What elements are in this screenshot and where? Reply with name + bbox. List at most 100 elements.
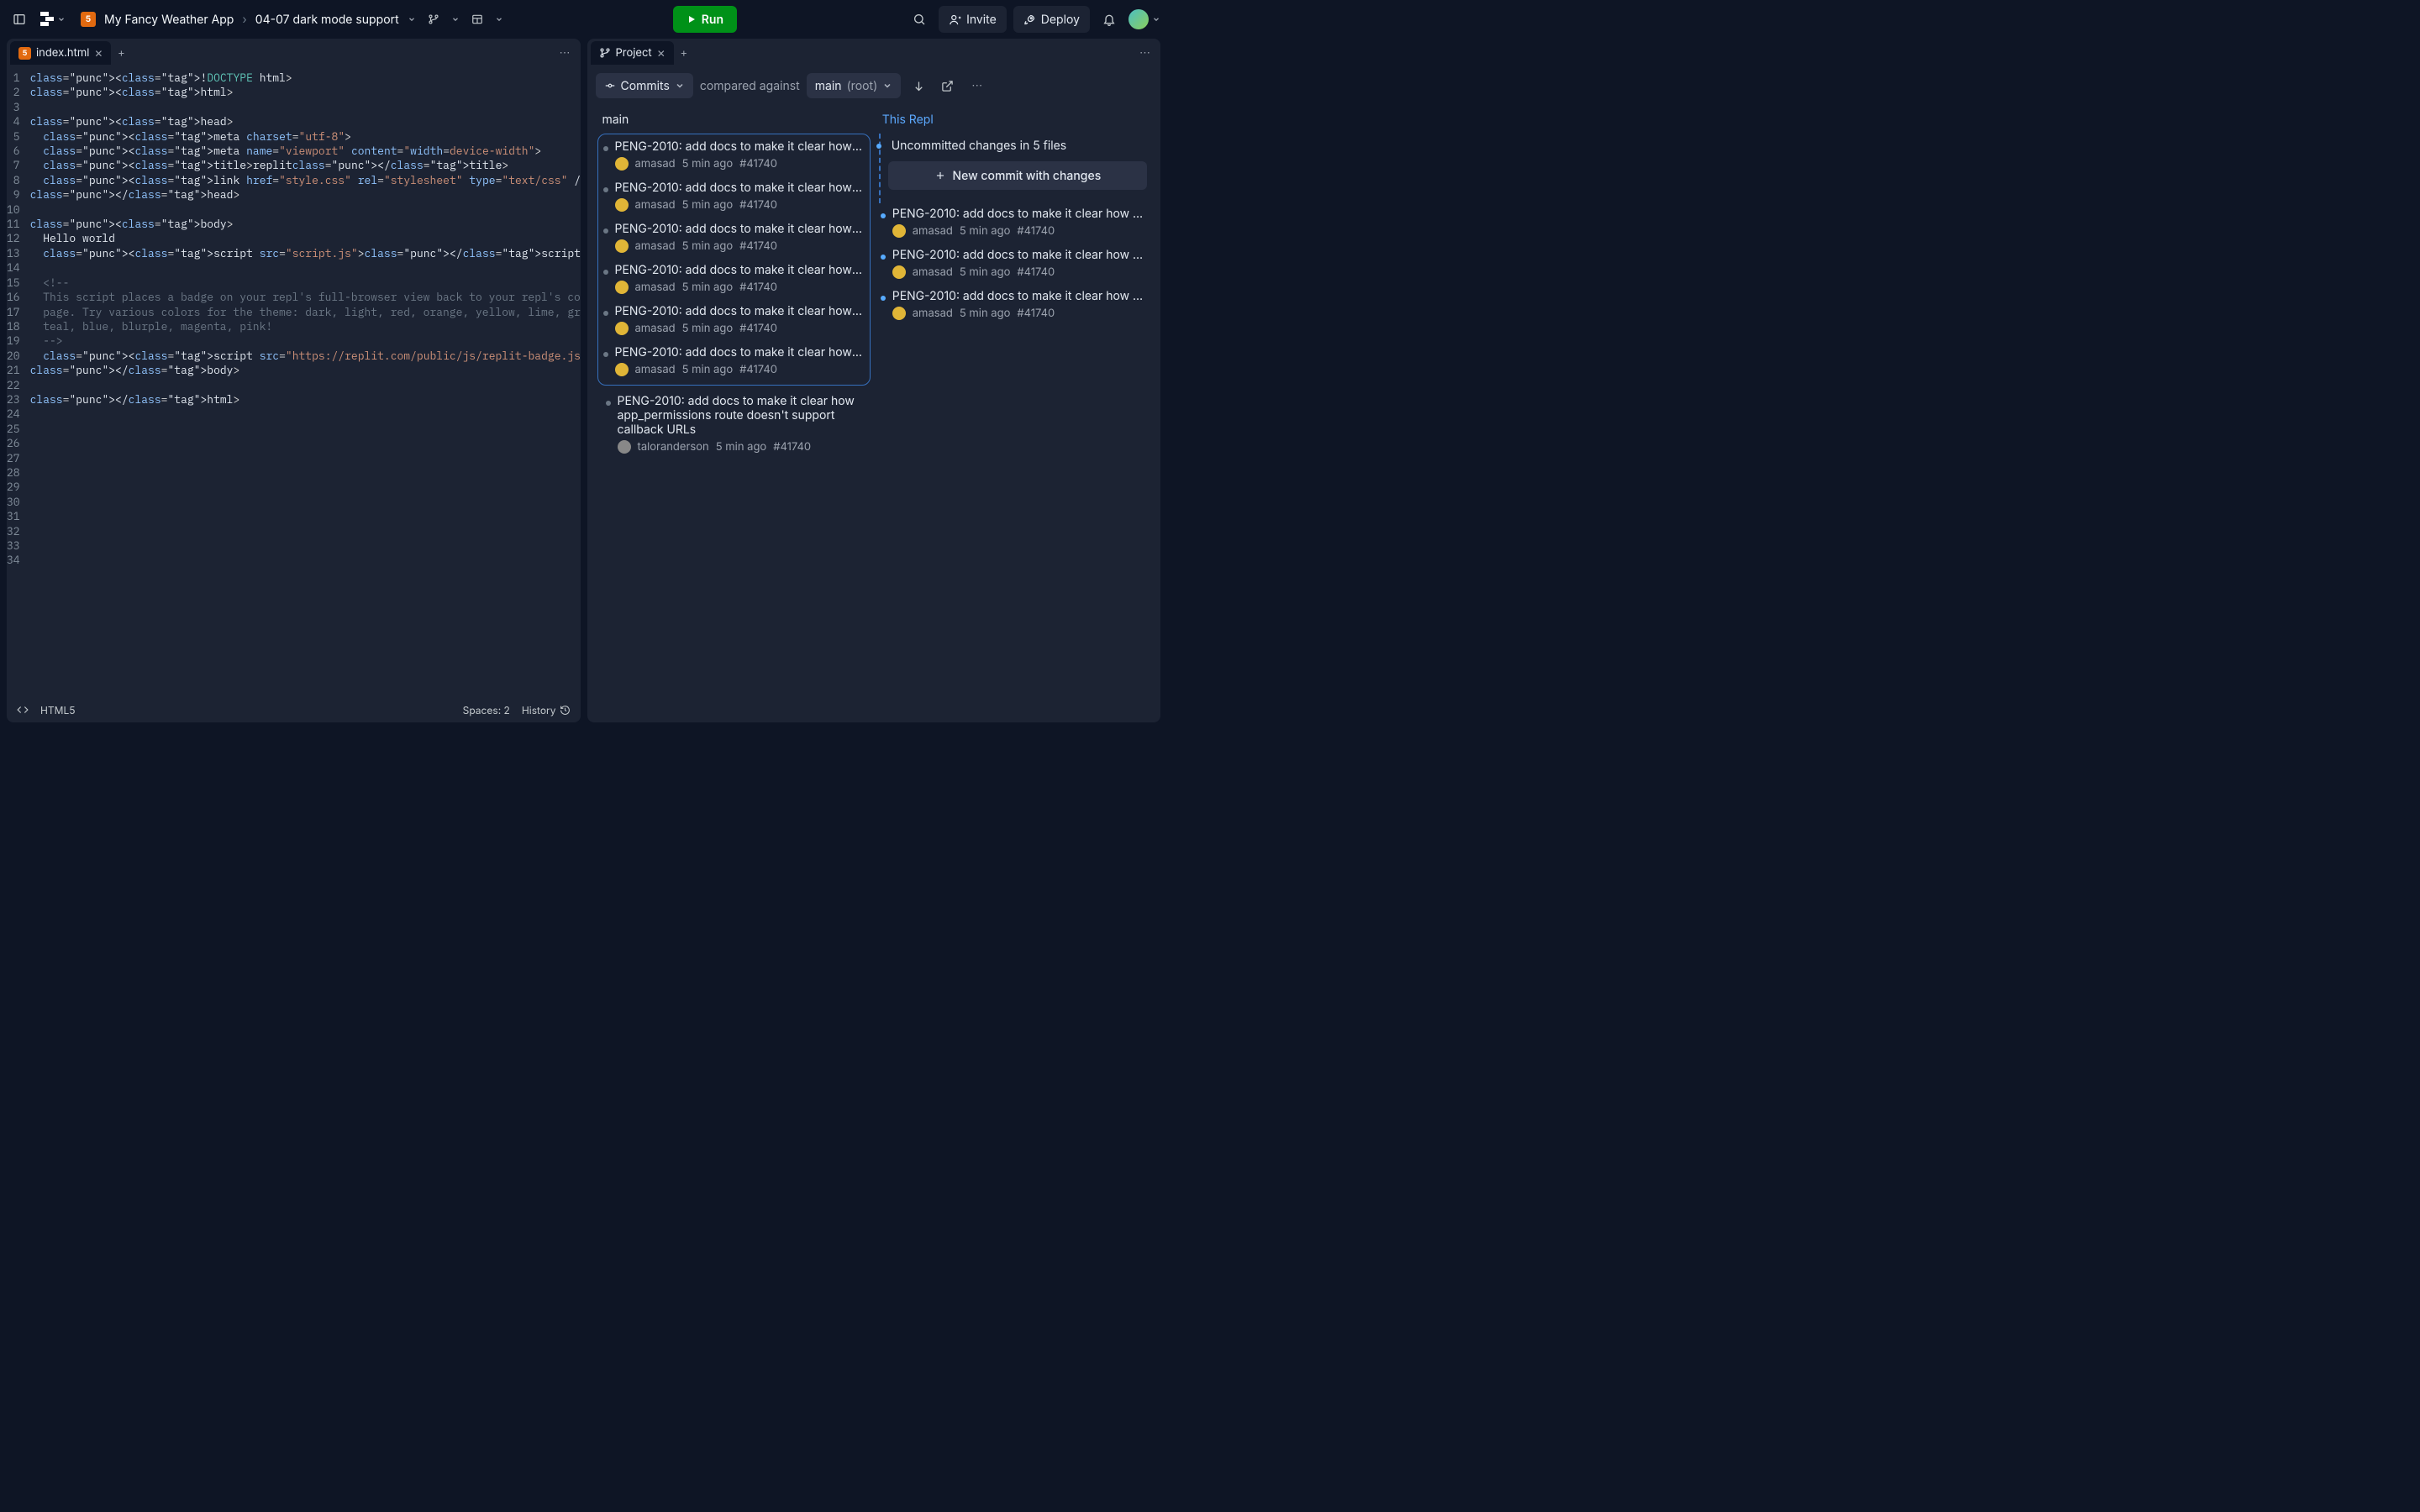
user-avatar <box>1128 9 1149 29</box>
commit-item[interactable]: PENG-2010: add docs to make it clear how… <box>600 136 868 177</box>
commit-item[interactable]: PENG-2010: add docs to make it clear how… <box>600 177 868 218</box>
status-spaces[interactable]: Spaces: 2 <box>463 704 510 717</box>
commit-title: PENG-2010: add docs to make it clear how… <box>615 345 865 360</box>
replit-logo-button[interactable] <box>40 12 66 27</box>
git-branch-button[interactable] <box>424 10 443 29</box>
author-avatar <box>892 265 906 279</box>
commit-item[interactable]: PENG-2010: add docs to make it clear how… <box>877 244 1150 286</box>
external-link-icon <box>941 80 954 92</box>
branch-select[interactable]: main (root) <box>807 73 901 98</box>
commit-hash: #41740 <box>739 363 777 376</box>
commit-hash: #41740 <box>1017 265 1055 279</box>
repl-spine: Uncommitted changes in 5 files New commi… <box>879 134 1150 203</box>
commit-dot-icon <box>881 296 886 301</box>
commit-dot-icon <box>881 213 886 218</box>
commit-item[interactable]: PENG-2010: add docs to make it clear how… <box>600 342 868 383</box>
commit-author: amasad <box>635 157 676 171</box>
commit-time: 5 min ago <box>960 265 1011 279</box>
commit-author: amasad <box>635 322 676 335</box>
chevron-down-icon <box>882 81 892 91</box>
commit-dot-icon <box>606 401 611 406</box>
code-editor[interactable]: 1 2 3 4 5 6 7 8 9 10 11 12 13 14 15 16 1… <box>7 67 581 697</box>
status-language[interactable]: HTML5 <box>40 704 76 717</box>
code-icon <box>17 704 29 716</box>
account-menu[interactable] <box>1128 9 1160 29</box>
project-tabbar: Project ✕ + ⋯ <box>587 39 1161 67</box>
project-tab[interactable]: Project ✕ <box>591 41 674 65</box>
author-avatar <box>618 440 631 454</box>
main-body: 5 index.html ✕ + ⋯ 1 2 3 4 5 6 7 8 9 10 … <box>0 39 1167 729</box>
chevron-down-icon[interactable] <box>451 15 460 24</box>
project-more-button[interactable]: ⋯ <box>1133 46 1157 60</box>
commit-title: PENG-2010: add docs to make it clear how… <box>618 394 862 437</box>
editor-tab-label: index.html <box>36 46 89 60</box>
project-pane: Project ✕ + ⋯ Commits compared against m… <box>587 39 1161 722</box>
commit-time: 5 min ago <box>682 322 734 335</box>
commit-time: 5 min ago <box>960 307 1011 320</box>
commit-time: 5 min ago <box>682 239 734 253</box>
toggle-sidebar-button[interactable] <box>7 7 32 32</box>
invite-button[interactable]: Invite <box>939 6 1007 33</box>
commit-item[interactable]: PENG-2010: add docs to make it clear how… <box>600 218 868 260</box>
commit-item[interactable]: PENG-2010: add docs to make it clear how… <box>600 260 868 301</box>
chevron-down-icon[interactable] <box>408 15 416 24</box>
project-toolbar: Commits compared against main (root) ⋯ <box>587 67 1161 104</box>
close-icon[interactable]: ✕ <box>657 47 666 60</box>
commit-title: PENG-2010: add docs to make it clear how… <box>615 139 865 154</box>
code-lines[interactable]: class="punc"><class="tag">!DOCTYPE html>… <box>27 67 581 571</box>
chevron-down-icon <box>675 81 685 91</box>
author-avatar <box>615 157 629 171</box>
project-name[interactable]: My Fancy Weather App <box>104 13 234 27</box>
open-external-button[interactable] <box>936 75 958 97</box>
commit-item[interactable]: PENG-2010: add docs to make it clear how… <box>602 391 865 460</box>
pull-button[interactable] <box>908 75 929 97</box>
commit-dot-icon <box>603 311 608 316</box>
editor-more-button[interactable]: ⋯ <box>553 46 577 60</box>
deploy-button[interactable]: Deploy <box>1013 6 1090 33</box>
commit-time: 5 min ago <box>960 224 1011 238</box>
git-commit-icon <box>604 80 616 92</box>
repl-column: This Repl Uncommitted changes in 5 files… <box>874 104 1154 472</box>
commit-hash: #41740 <box>773 440 811 454</box>
project-body: main PENG-2010: add docs to make it clea… <box>587 104 1161 722</box>
commit-item[interactable]: PENG-2010: add docs to make it clear how… <box>877 286 1150 327</box>
play-icon <box>687 14 697 24</box>
notifications-button[interactable] <box>1097 7 1122 32</box>
add-tab-button[interactable]: + <box>111 43 131 63</box>
branch-name[interactable]: 04-07 dark mode support <box>255 13 399 27</box>
commits-dropdown[interactable]: Commits <box>596 73 693 98</box>
search-button[interactable] <box>907 7 932 32</box>
commit-author: amasad <box>913 265 953 279</box>
commit-time: 5 min ago <box>682 157 734 171</box>
commit-item[interactable]: PENG-2010: add docs to make it clear how… <box>877 203 1150 244</box>
run-label: Run <box>702 13 723 27</box>
editor-pane: 5 index.html ✕ + ⋯ 1 2 3 4 5 6 7 8 9 10 … <box>7 39 581 722</box>
commit-dot-icon <box>603 146 608 151</box>
commit-item[interactable]: PENG-2010: add docs to make it clear how… <box>600 301 868 342</box>
author-avatar <box>615 198 629 212</box>
new-commit-button[interactable]: New commit with changes <box>888 161 1147 190</box>
chevron-down-icon[interactable] <box>495 15 503 24</box>
panel-left-icon <box>13 13 26 26</box>
compare-label: compared against <box>700 79 800 93</box>
layout-button[interactable] <box>468 10 487 29</box>
project-tab-label: Project <box>616 46 652 60</box>
commit-dot-icon <box>603 187 608 192</box>
html-file-icon: 5 <box>81 12 96 27</box>
editor-tab-index[interactable]: 5 index.html ✕ <box>10 41 111 65</box>
add-tab-button[interactable]: + <box>674 43 694 63</box>
status-history[interactable]: History <box>522 704 571 717</box>
toolbar-more-button[interactable]: ⋯ <box>965 79 989 92</box>
close-icon[interactable]: ✕ <box>94 47 103 60</box>
commit-title: PENG-2010: add docs to make it clear how… <box>892 289 1147 303</box>
commit-hash: #41740 <box>739 322 777 335</box>
run-button[interactable]: Run <box>673 6 737 33</box>
commit-title: PENG-2010: add docs to make it clear how… <box>892 248 1147 262</box>
commit-author: amasad <box>913 307 953 320</box>
breadcrumb-separator: › <box>242 13 246 27</box>
uncommitted-banner: Uncommitted changes in 5 files New commi… <box>887 134 1150 203</box>
invite-label: Invite <box>966 13 997 27</box>
commit-title: PENG-2010: add docs to make it clear how… <box>615 181 865 195</box>
app-header: 5 My Fancy Weather App › 04-07 dark mode… <box>0 0 1167 39</box>
commit-hash: #41740 <box>739 239 777 253</box>
